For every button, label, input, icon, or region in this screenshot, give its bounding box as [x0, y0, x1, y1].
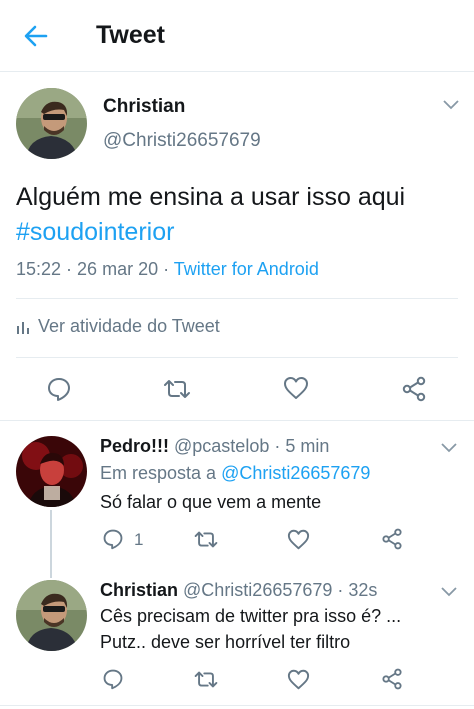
reply-button[interactable]: [102, 528, 124, 555]
bar-chart-icon: [17, 321, 29, 334]
reply-text-line: Cês precisam de twitter pra isso é? ...: [100, 606, 402, 626]
reply-button[interactable]: [102, 668, 124, 695]
reply-icon: [103, 529, 123, 550]
reply-text-line: Putz.. deve ser horrível ter filtro: [100, 632, 351, 652]
page-title: Tweet: [96, 21, 165, 49]
author-name[interactable]: Christian: [103, 96, 185, 118]
chevron-down-icon: [441, 443, 457, 453]
retweet-button[interactable]: [193, 669, 219, 695]
reply-author-name[interactable]: Pedro!!!: [100, 436, 169, 456]
retweet-button[interactable]: [193, 529, 219, 555]
tweet-date: 26 mar 20: [77, 259, 159, 279]
reply-header: Pedro!!! @pcastelob · 5 min: [100, 436, 329, 457]
tweet-meta: 15:22 · 26 mar 20 · Twitter for Android: [16, 259, 319, 280]
like-button[interactable]: [287, 529, 310, 555]
tweet-source-link[interactable]: Twitter for Android: [174, 259, 319, 279]
thread-line: [50, 510, 52, 578]
hashtag-link[interactable]: #soudointerior: [16, 218, 174, 246]
divider: [16, 357, 458, 358]
reply-icon: [103, 669, 123, 690]
meta-separator: ·: [61, 259, 78, 279]
reply-text: Só falar o que vem a mente: [100, 492, 322, 512]
chevron-down-icon: [443, 100, 459, 110]
retweet-icon: [164, 380, 190, 398]
retweet-icon: [194, 671, 218, 688]
tweet-activity-link[interactable]: Ver atividade do Tweet: [16, 316, 220, 337]
heart-icon: [287, 669, 310, 690]
author-avatar[interactable]: [16, 88, 87, 159]
tweet-text: Alguém me ensina a usar isso aqui #soudo…: [16, 180, 456, 250]
meta-separator: ·: [332, 580, 349, 600]
retweet-button[interactable]: [162, 377, 192, 406]
reply-context: Em resposta a @Christi26657679: [100, 463, 370, 484]
divider: [0, 420, 474, 421]
activity-label: Ver atividade do Tweet: [38, 316, 220, 336]
tweet-body-text: Alguém me ensina a usar isso aqui: [16, 183, 406, 211]
reply-prefix: Em resposta a: [100, 463, 217, 483]
meta-separator: ·: [158, 259, 174, 279]
divider: [16, 298, 458, 299]
share-icon: [402, 376, 426, 402]
reply-header: Christian @Christi26657679 · 32s: [100, 580, 377, 601]
reply-author-handle[interactable]: @pcastelob: [174, 436, 269, 456]
tweet-time: 15:22: [16, 259, 62, 279]
back-button[interactable]: [20, 22, 52, 50]
divider: [0, 705, 474, 706]
author-handle[interactable]: @Christi26657679: [103, 130, 261, 152]
tweet-menu-button[interactable]: [442, 98, 460, 112]
reply-author-handle[interactable]: @Christi26657679: [183, 580, 332, 600]
reply-icon: [48, 378, 70, 401]
share-icon: [382, 668, 402, 690]
like-button[interactable]: [283, 376, 309, 405]
heart-icon: [287, 529, 310, 550]
reply-menu-button[interactable]: [440, 585, 458, 599]
chevron-down-icon: [441, 587, 457, 597]
reply-menu-button[interactable]: [440, 441, 458, 455]
reply-time: 32s: [348, 580, 378, 600]
like-button[interactable]: [287, 669, 310, 695]
reply-button[interactable]: [46, 376, 72, 407]
reply-to-link[interactable]: @Christi26657679: [221, 463, 370, 483]
share-icon: [382, 528, 402, 550]
meta-separator: ·: [269, 436, 286, 456]
heart-icon: [284, 377, 308, 399]
share-button[interactable]: [381, 668, 403, 695]
arrow-left-icon: [24, 25, 48, 47]
share-button[interactable]: [401, 376, 427, 407]
reply-author-avatar[interactable]: [16, 580, 87, 651]
top-bar: Tweet: [0, 0, 474, 72]
retweet-icon: [194, 531, 218, 548]
reply-author-name[interactable]: Christian: [100, 580, 178, 600]
share-button[interactable]: [381, 528, 403, 555]
reply-author-avatar[interactable]: [16, 436, 87, 507]
reply-time: 5 min: [285, 436, 330, 456]
reply-count: 1: [134, 530, 144, 549]
